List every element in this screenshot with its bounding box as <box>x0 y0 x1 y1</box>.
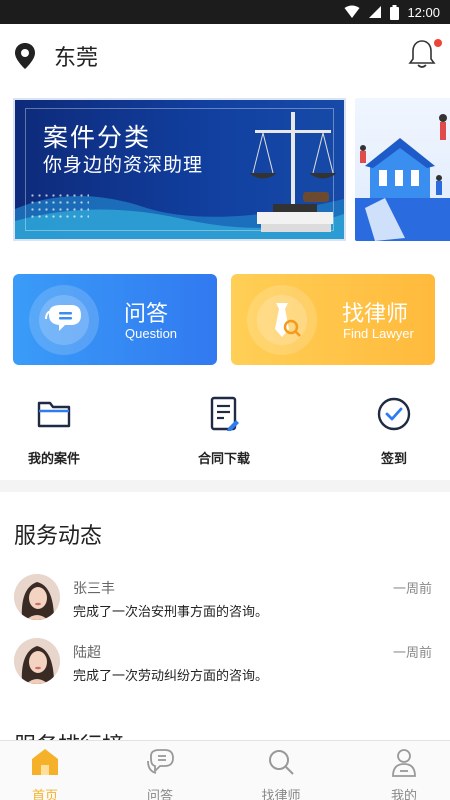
feed-time: 一周前 <box>392 646 432 661</box>
tab-qa-label: 问答 <box>146 789 173 800</box>
header: 东莞 <box>0 24 450 86</box>
question-card[interactable]: 问答 Question <box>13 274 217 365</box>
battery-icon <box>390 4 400 20</box>
chat-icon <box>147 749 174 774</box>
wifi-icon <box>344 5 360 18</box>
banner-next-slide[interactable] <box>355 98 450 241</box>
folder-icon <box>37 401 71 428</box>
list-item[interactable]: 陆超 完成了一次劳动纠纷方面的咨询。 一周前 <box>14 638 434 690</box>
check-in-button[interactable]: 签到 <box>360 396 428 467</box>
contract-download-button[interactable]: 合同下载 <box>190 396 258 467</box>
banner-carousel-slide[interactable]: 案件分类 你身边的资深助理 <box>13 98 346 241</box>
list-item[interactable]: 张三丰 完成了一次治安刑事方面的咨询。 一周前 <box>14 574 434 626</box>
check-circle-icon <box>377 397 411 431</box>
find-lawyer-card[interactable]: 找律师 Find Lawyer <box>231 274 435 365</box>
my-cases-button[interactable]: 我的案件 <box>20 396 88 467</box>
banner-title: 案件分类 <box>43 123 152 152</box>
feed-description: 完成了一次劳动纠纷方面的咨询。 <box>73 669 269 684</box>
bell-icon[interactable] <box>408 38 436 70</box>
find-lawyer-card-subtitle: Find Lawyer <box>343 326 414 341</box>
feed-user-name: 陆超 <box>73 645 101 661</box>
tie-search-icon <box>275 303 301 337</box>
tab-home[interactable]: 首页 <box>15 747 75 800</box>
notification-dot <box>434 39 442 47</box>
justice-scale-icon <box>249 112 337 232</box>
search-icon <box>269 750 294 775</box>
document-icon <box>210 396 239 431</box>
feed-time: 一周前 <box>392 582 432 597</box>
section-divider <box>0 480 450 492</box>
tab-me-label: 我的 <box>390 789 417 800</box>
question-card-title: 问答 <box>124 302 169 327</box>
tab-qa[interactable]: 问答 <box>130 747 190 800</box>
feed-description: 完成了一次治安刑事方面的咨询。 <box>73 605 269 620</box>
status-icons: 12:00 <box>344 3 440 21</box>
signal-icon <box>369 6 382 18</box>
home-icon <box>32 749 58 775</box>
location-pin-icon[interactable] <box>14 42 36 70</box>
question-card-subtitle: Question <box>125 326 178 341</box>
question-icon-bg <box>29 285 99 355</box>
chat-bubble-icon <box>45 305 81 331</box>
check-in-label: 签到 <box>380 452 407 467</box>
building-illustration <box>355 114 450 241</box>
tab-find-lawyer-label: 找律师 <box>261 789 301 800</box>
find-lawyer-icon-bg <box>247 285 317 355</box>
user-icon <box>392 749 416 777</box>
tab-me[interactable]: 我的 <box>374 747 434 800</box>
service-feed-title: 服务动态 <box>14 524 103 549</box>
my-cases-label: 我的案件 <box>27 452 80 467</box>
banner-dots-decoration <box>29 192 89 222</box>
banner-subtitle: 你身边的资深助理 <box>43 154 204 176</box>
tab-home-label: 首页 <box>31 789 58 800</box>
status-bar: 12:00 <box>0 0 450 24</box>
status-time: 12:00 <box>407 4 440 20</box>
contract-download-label: 合同下载 <box>197 452 250 467</box>
find-lawyer-card-title: 找律师 <box>342 302 409 327</box>
avatar <box>14 574 60 620</box>
avatar <box>14 638 60 684</box>
bottom-tab-bar: 首页 问答 找律师 我的 <box>0 740 450 800</box>
feed-user-name: 张三丰 <box>73 581 115 597</box>
city-label[interactable]: 东莞 <box>54 40 98 72</box>
tab-find-lawyer[interactable]: 找律师 <box>251 747 311 800</box>
